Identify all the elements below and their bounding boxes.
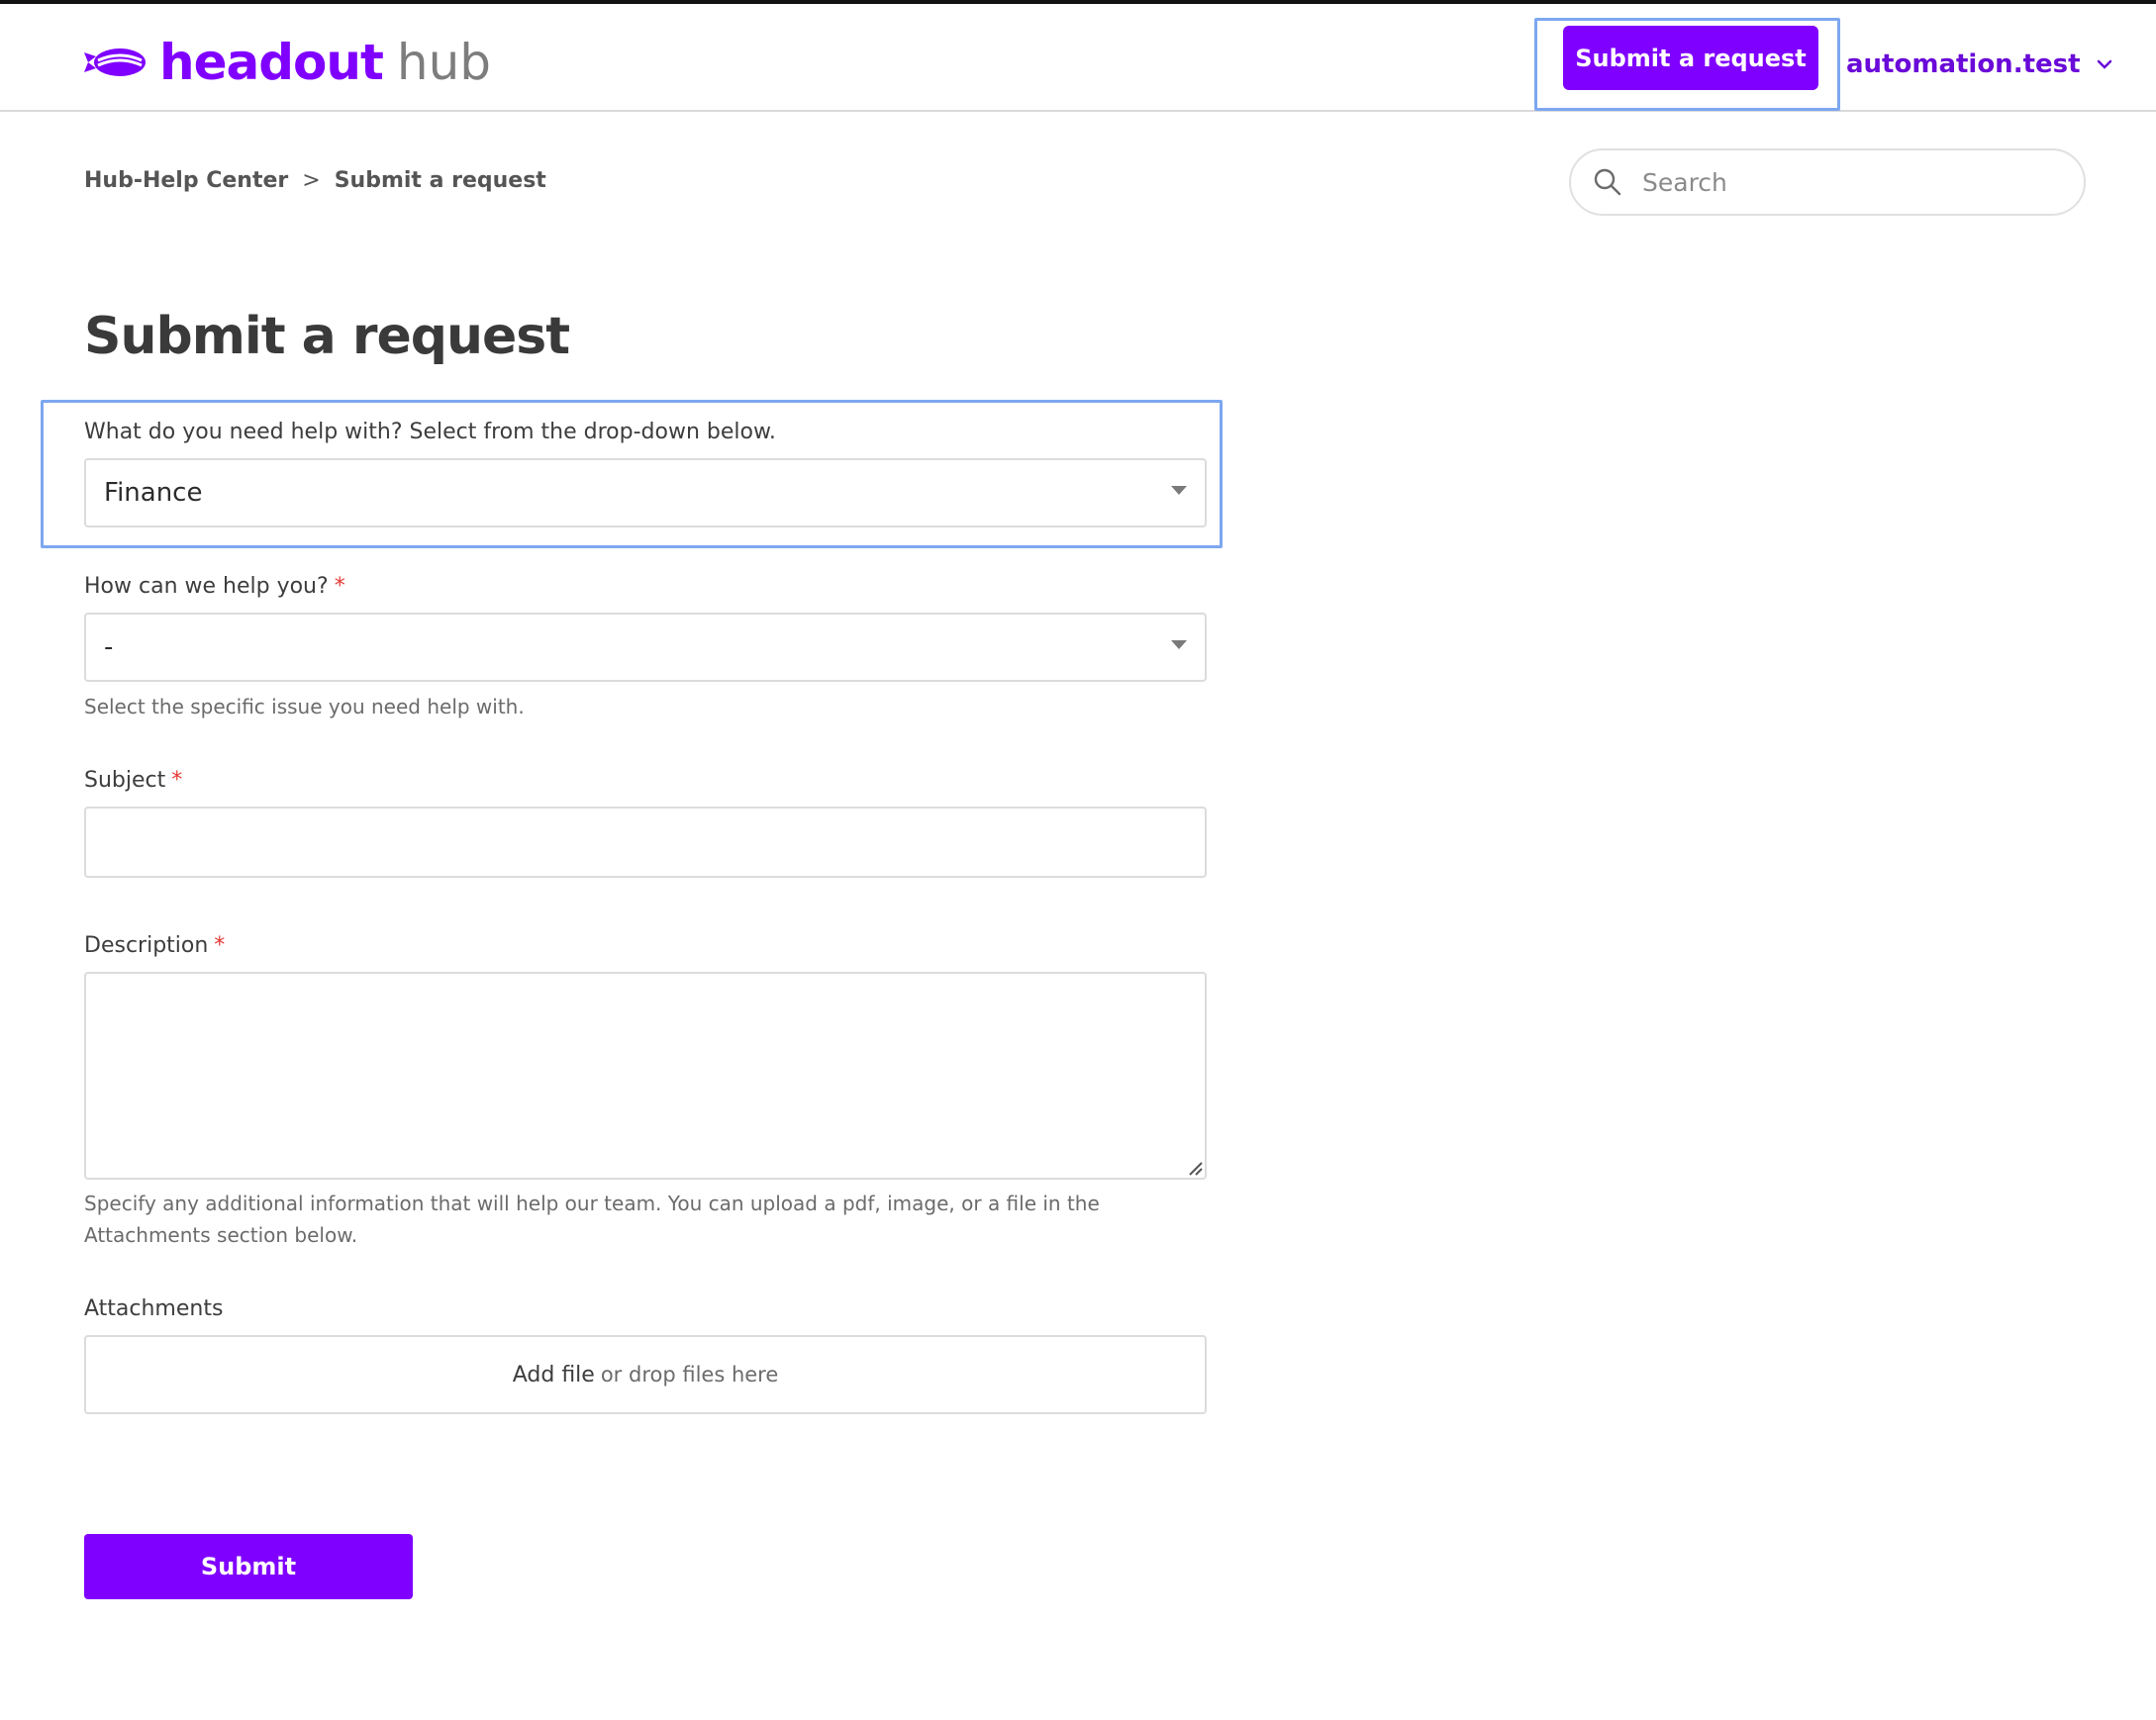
site-header: headout hub Submit a request automation.… (0, 4, 2156, 112)
category-select[interactable]: Finance (84, 458, 1207, 527)
issue-hint: Select the specific issue you need help … (84, 695, 525, 718)
search-box[interactable] (1569, 148, 2086, 216)
header-submit-request-button[interactable]: Submit a request (1563, 26, 1818, 90)
description-label: Description * (84, 933, 225, 958)
caret-down-icon (1171, 640, 1187, 649)
attachments-dropzone[interactable]: Add file or drop files here (84, 1335, 1207, 1414)
attachments-label-text: Attachments (84, 1296, 224, 1321)
required-asterisk: * (214, 933, 226, 958)
issue-select[interactable]: - (84, 613, 1207, 682)
headout-hub-logo[interactable]: headout hub (84, 28, 491, 97)
attachments-label: Attachments (84, 1296, 223, 1321)
resize-handle-icon[interactable] (1186, 1159, 1204, 1177)
required-asterisk: * (334, 574, 345, 599)
subject-label: Subject * (84, 768, 182, 793)
subject-label-text: Subject (84, 768, 166, 793)
logo-text-hub: hub (396, 34, 492, 91)
category-select-value: Finance (104, 478, 203, 508)
issue-label: How can we help you? * (84, 574, 345, 599)
search-icon (1594, 168, 1621, 196)
required-asterisk: * (171, 768, 183, 793)
description-label-text: Description (84, 933, 209, 958)
page-title: Submit a request (84, 307, 570, 366)
chevron-down-icon (2095, 54, 2114, 74)
submit-button[interactable]: Submit (84, 1534, 413, 1599)
blimp-logo-icon (84, 48, 146, 76)
issue-select-value: - (104, 632, 114, 662)
add-file-link[interactable]: Add file (513, 1363, 595, 1387)
breadcrumb: Hub-Help Center > Submit a request (84, 168, 546, 193)
description-textarea[interactable] (84, 972, 1207, 1180)
breadcrumb-item-submit-request[interactable]: Submit a request (335, 168, 546, 193)
breadcrumb-item-help-center[interactable]: Hub-Help Center (84, 168, 288, 193)
user-name: automation.test (1846, 49, 2081, 79)
subject-input[interactable] (84, 807, 1207, 878)
breadcrumb-separator: > (302, 168, 321, 193)
category-label-text: What do you need help with? Select from … (84, 420, 776, 444)
logo-text-headout: headout (159, 34, 384, 91)
issue-label-text: How can we help you? (84, 574, 329, 599)
user-menu[interactable]: automation.test (1846, 40, 2114, 89)
drop-files-text: or drop files here (600, 1363, 779, 1386)
caret-down-icon (1171, 486, 1187, 495)
category-label: What do you need help with? Select from … (84, 420, 776, 444)
search-input[interactable] (1640, 166, 2060, 198)
description-hint: Specify any additional information that … (84, 1192, 1100, 1247)
